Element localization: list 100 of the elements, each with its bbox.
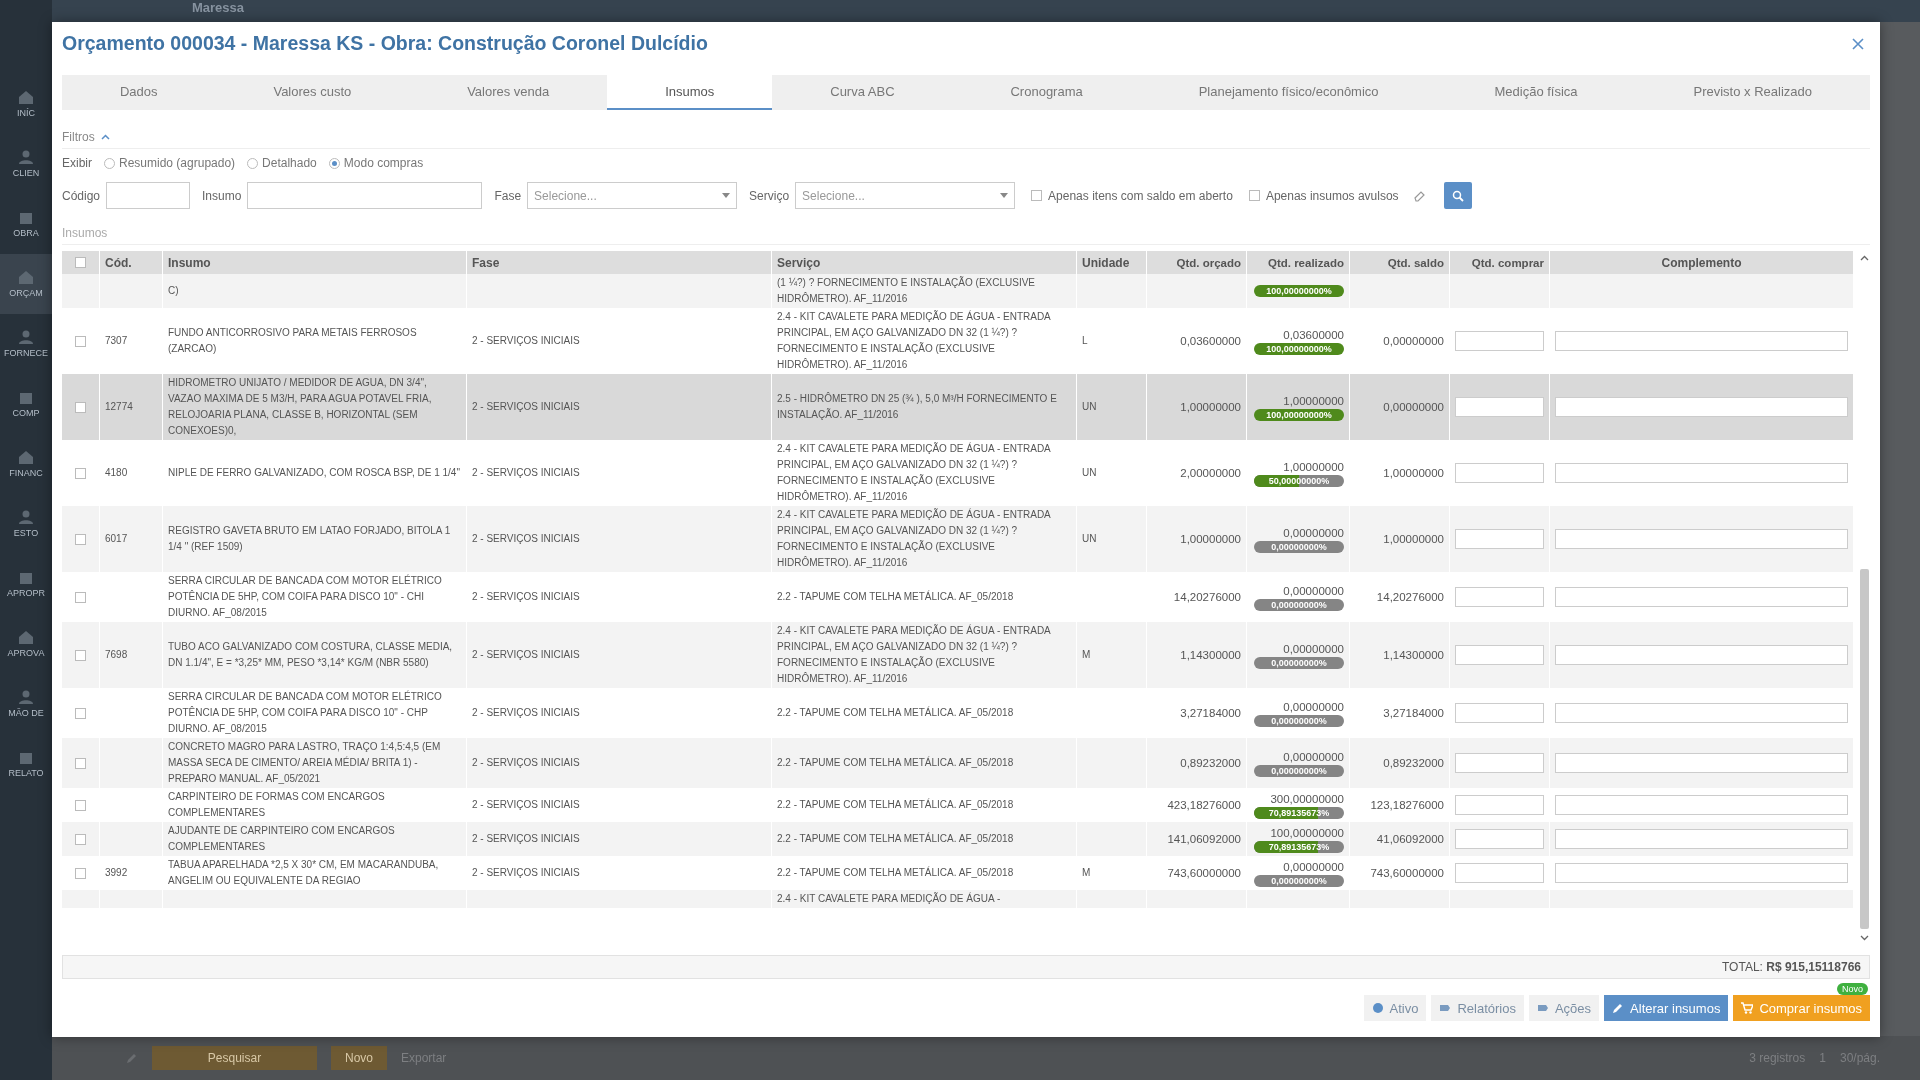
input-field[interactable] xyxy=(1555,587,1848,607)
total-amount: TOTAL: R$ 915,15118766 xyxy=(1722,960,1861,974)
radio-option[interactable]: Detalhado xyxy=(247,156,317,170)
table-cell: 100,00000000 xyxy=(1270,825,1344,840)
table-row[interactable] xyxy=(62,506,1854,572)
sidebar-item[interactable]: APROVA xyxy=(0,614,52,674)
input-field[interactable] xyxy=(1455,397,1544,417)
field-label: Serviço xyxy=(749,188,790,203)
input-field[interactable] xyxy=(1455,331,1544,351)
sidebar-item[interactable]: OBRA xyxy=(0,194,52,254)
table-cell: 0,00000000 xyxy=(1283,749,1344,764)
checkbox[interactable] xyxy=(75,467,86,479)
checkbox[interactable] xyxy=(75,867,86,879)
action-button[interactable]: Alterar insumos xyxy=(1604,995,1729,1021)
checkbox-label: Apenas itens com saldo em aberto xyxy=(1048,188,1233,203)
tab[interactable]: Planejamento físico/econômico xyxy=(1140,75,1437,110)
input-field[interactable] xyxy=(106,182,191,209)
search-button[interactable] xyxy=(1443,182,1472,209)
action-button[interactable]: Relatórios xyxy=(1431,995,1524,1021)
checkbox[interactable] xyxy=(75,335,86,347)
close-icon[interactable] xyxy=(1850,35,1866,52)
percent-label: 0,00000000% xyxy=(1270,764,1328,777)
tab[interactable]: Insumos xyxy=(607,75,773,110)
input-field[interactable] xyxy=(1455,645,1544,665)
tab[interactable]: Cronograma xyxy=(952,75,1141,110)
input-field[interactable] xyxy=(1455,829,1544,849)
input-field[interactable] xyxy=(1555,829,1848,849)
input-field[interactable] xyxy=(1455,863,1544,883)
tab[interactable]: Curva ABC xyxy=(772,75,953,110)
table-row[interactable] xyxy=(62,622,1854,688)
tab[interactable]: Medição física xyxy=(1436,75,1636,110)
input-field[interactable] xyxy=(1555,703,1848,723)
section-label: Insumos xyxy=(62,226,1870,245)
sidebar-item[interactable]: RELATO xyxy=(0,734,52,794)
input-field[interactable] xyxy=(1455,753,1544,773)
checkbox[interactable] xyxy=(75,707,86,719)
input-field[interactable] xyxy=(1555,529,1848,549)
new-button[interactable]: Novo xyxy=(331,1046,387,1070)
eraser-icon[interactable] xyxy=(1412,189,1426,202)
filters-toggle[interactable]: Filtros xyxy=(62,130,95,144)
table-row[interactable]: AJUDANTE DE CARPINTEIRO COM ENCARGOS COMPLEMENTARES 2 - SERVIÇOS INICIAIS 2.2 - TAPUME COM TELHA METÁLICA. AF_05/2018 141,06092000 100,00000000 70,89135673% 41,06092000 xyxy=(62,822,1854,856)
table-row[interactable] xyxy=(62,374,1854,440)
input-field[interactable] xyxy=(1455,529,1544,549)
input-field[interactable] xyxy=(1555,645,1848,665)
input-field[interactable] xyxy=(1455,703,1544,723)
tab[interactable]: Valores venda xyxy=(409,75,608,110)
scrollbar-thumb[interactable] xyxy=(1859,569,1869,930)
field-label: Exibir xyxy=(62,156,92,170)
sidebar-item[interactable]: COMP xyxy=(0,374,52,434)
scroll-up-icon[interactable] xyxy=(1859,255,1869,261)
input-field[interactable] xyxy=(1455,587,1544,607)
action-button[interactable]: Ações xyxy=(1528,995,1600,1021)
sidebar-item[interactable]: MÃO DE xyxy=(0,674,52,734)
percent-label: 0,00000000% xyxy=(1270,656,1328,669)
table-row[interactable]: C) (1 ¼?) ? FORNECIMENTO E INSTALAÇÃO (EXCLUSIVE HIDRÔMETRO). AF_11/2016 100,00000000% xyxy=(62,274,1854,308)
input-field[interactable] xyxy=(1555,331,1848,351)
checkbox[interactable] xyxy=(75,591,86,603)
tab[interactable]: Dados xyxy=(62,75,216,110)
input-field[interactable] xyxy=(1455,795,1544,815)
sidebar-item[interactable]: FINANC xyxy=(0,434,52,494)
input-field[interactable] xyxy=(1555,463,1848,483)
sidebar-item[interactable]: APROPR xyxy=(0,554,52,614)
input-field[interactable] xyxy=(1555,795,1848,815)
checkbox[interactable] xyxy=(1031,190,1043,201)
tab[interactable]: Previsto x Realizado xyxy=(1635,75,1870,110)
input-field[interactable] xyxy=(1455,463,1544,483)
checkbox[interactable] xyxy=(75,533,86,545)
sidebar-item[interactable]: FORNECE xyxy=(0,314,52,374)
menu-item-icon xyxy=(18,750,34,764)
action-button[interactable]: Ativo xyxy=(1363,995,1427,1021)
sidebar-item[interactable]: ESTO xyxy=(0,494,52,554)
caret-up-icon[interactable] xyxy=(100,134,110,140)
checkbox[interactable] xyxy=(75,799,86,811)
table-row[interactable] xyxy=(62,738,1854,788)
checkbox[interactable] xyxy=(75,401,86,413)
menu-item-icon xyxy=(18,450,34,464)
tab[interactable]: Valores custo xyxy=(215,75,410,110)
input-field[interactable] xyxy=(1555,397,1848,417)
checkbox[interactable] xyxy=(1248,190,1260,201)
table-row[interactable]: 2.4 - KIT CAVALETE PARA MEDIÇÃO DE ÁGUA - xyxy=(62,890,1854,908)
dropdown[interactable]: Selecione... xyxy=(527,182,738,209)
radio-option[interactable]: Modo compras xyxy=(328,156,424,170)
pencil-icon xyxy=(1612,1002,1625,1014)
table-cell: 1,00000000 xyxy=(1283,393,1344,408)
dropdown[interactable]: Selecione... xyxy=(795,182,1016,209)
sidebar-item[interactable]: CLIEN xyxy=(0,134,52,194)
scroll-down-icon[interactable] xyxy=(1859,935,1869,941)
caret-down-icon xyxy=(722,193,731,198)
field-label: Código xyxy=(62,188,101,203)
input-field[interactable] xyxy=(1555,863,1848,883)
checkbox[interactable] xyxy=(75,833,86,845)
sidebar-item[interactable]: ORÇAM xyxy=(0,254,52,314)
checkbox[interactable] xyxy=(75,257,86,268)
search-button[interactable]: Pesquisar xyxy=(152,1046,317,1070)
input-field[interactable] xyxy=(1555,753,1848,773)
sidebar-item[interactable]: INÍC xyxy=(0,74,52,134)
checkbox[interactable] xyxy=(75,757,86,769)
input-field[interactable] xyxy=(247,182,483,209)
search-icon xyxy=(1451,189,1464,202)
checkbox[interactable] xyxy=(75,649,86,661)
